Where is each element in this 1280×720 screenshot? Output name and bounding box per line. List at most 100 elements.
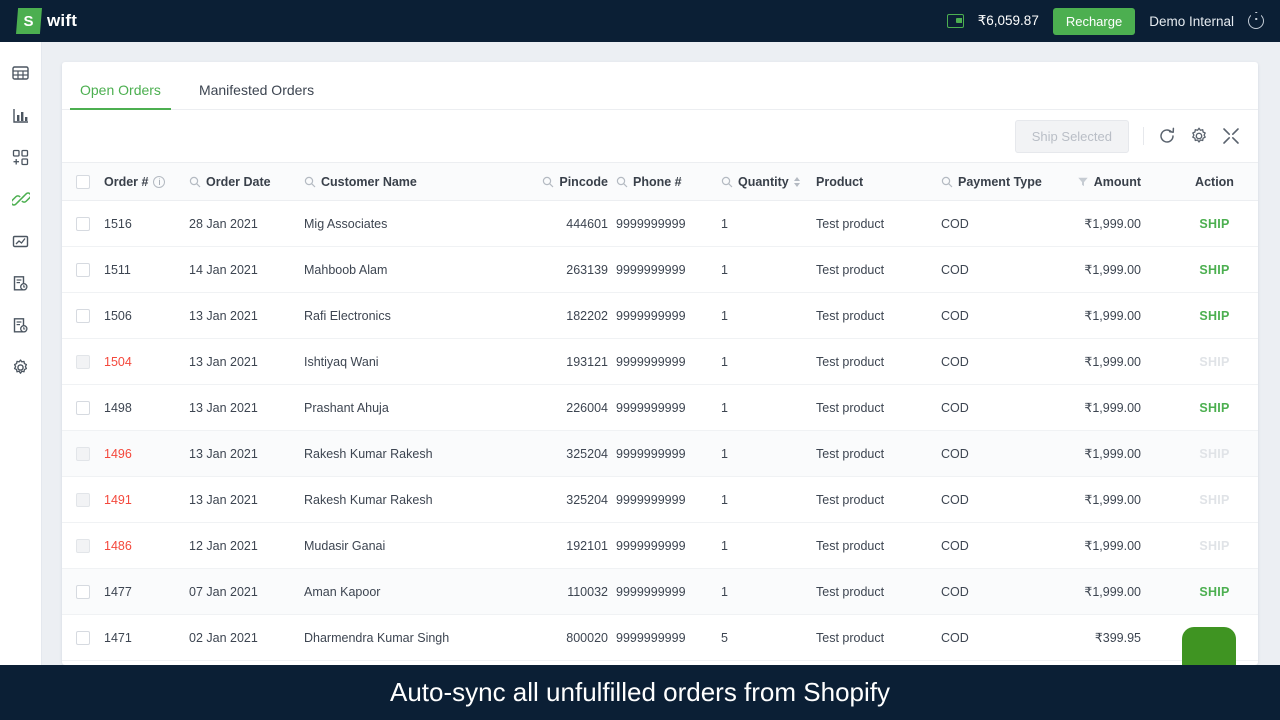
cell-payment-type: COD [941,339,1061,385]
row-checkbox[interactable] [76,263,90,277]
app-logo[interactable]: S wift [16,8,77,34]
cell-order-number[interactable]: 1506 [104,293,189,339]
cell-order-number[interactable]: 1504 [104,339,189,385]
cell-order-number[interactable]: 1471 [104,615,189,661]
cell-order-number[interactable]: 1491 [104,477,189,523]
cell-pincode: 226004 [524,385,616,431]
table-row[interactable]: 151114 Jan 2021Mahboob Alam2631399999999… [62,247,1258,293]
table-row[interactable]: 149613 Jan 2021Rakesh Kumar Rakesh325204… [62,431,1258,477]
cell-amount: ₹1,999.00 [1061,569,1171,615]
cell-quantity: 5 [721,615,816,661]
channel-link-icon [12,190,30,208]
cell-order-number[interactable]: 1486 [104,523,189,569]
cell-action[interactable]: SHIP [1171,247,1258,293]
header-customer-name[interactable]: Customer Name [304,163,524,201]
sidebar-item-channels[interactable] [0,178,41,220]
header-order-number[interactable]: Order # i [104,163,189,201]
table-row[interactable]: 149113 Jan 2021Rakesh Kumar Rakesh325204… [62,477,1258,523]
info-icon[interactable]: i [153,176,165,188]
table-row[interactable]: 150613 Jan 2021Rafi Electronics182202999… [62,293,1258,339]
header-quantity[interactable]: Quantity [721,163,816,201]
ship-link[interactable]: SHIP [1199,263,1229,277]
cell-action[interactable]: SHIP [1171,201,1258,247]
header-amount[interactable]: Amount [1061,163,1171,201]
sidebar-item-dashboard[interactable] [0,52,41,94]
row-select-cell[interactable] [62,615,104,661]
chat-support-button[interactable] [1182,627,1236,665]
row-select-cell[interactable] [62,201,104,247]
ship-link[interactable]: SHIP [1199,401,1229,415]
topbar-right-group: ₹6,059.87 Recharge Demo Internal [947,8,1264,35]
table-row[interactable]: 150413 Jan 2021Ishtiyaq Wani193121999999… [62,339,1258,385]
table-row[interactable]: 147102 Jan 2021Dharmendra Kumar Singh800… [62,615,1258,661]
cell-order-number[interactable]: 1498 [104,385,189,431]
sidebar-item-analytics[interactable] [0,94,41,136]
ship-selected-button[interactable]: Ship Selected [1015,120,1129,153]
header-pincode[interactable]: Pincode [524,163,616,201]
cell-action[interactable]: SHIP [1171,385,1258,431]
header-phone[interactable]: Phone # [616,163,721,201]
table-row[interactable]: 151628 Jan 2021Mig Associates44460199999… [62,201,1258,247]
ship-link[interactable]: SHIP [1199,217,1229,231]
cell-quantity: 1 [721,569,816,615]
sidebar-item-settings[interactable] [0,346,41,388]
refresh-icon[interactable] [1158,127,1176,145]
collapse-expand-icon[interactable] [1222,127,1240,145]
row-select-cell[interactable] [62,431,104,477]
sidebar-item-scheduled-report[interactable] [0,262,41,304]
table-row[interactable]: 148612 Jan 2021Mudasir Ganai192101999999… [62,523,1258,569]
row-select-cell[interactable] [62,477,104,523]
row-select-cell[interactable] [62,523,104,569]
gear-icon[interactable] [1190,127,1208,145]
table-row[interactable]: 147707 Jan 2021Aman Kapoor11003299999999… [62,569,1258,615]
cell-customer-name: Rakesh Kumar Rakesh [304,477,524,523]
cell-order-date: 13 Jan 2021 [189,477,304,523]
cell-quantity: 1 [721,293,816,339]
cell-pincode: 800020 [524,615,616,661]
ship-link[interactable]: SHIP [1199,309,1229,323]
cell-order-date: 02 Jan 2021 [189,615,304,661]
cell-action: SHIP [1171,477,1258,523]
recharge-button[interactable]: Recharge [1053,8,1135,35]
header-payment-type[interactable]: Payment Type [941,163,1061,201]
header-quantity-label: Quantity [738,175,789,189]
row-checkbox[interactable] [76,217,90,231]
cell-phone: 9999999999 [616,293,721,339]
header-select-all[interactable] [62,163,104,201]
select-all-checkbox[interactable] [76,175,90,189]
cell-order-number[interactable]: 1511 [104,247,189,293]
row-checkbox[interactable] [76,309,90,323]
row-select-cell[interactable] [62,385,104,431]
row-checkbox[interactable] [76,401,90,415]
row-checkbox[interactable] [76,631,90,645]
order-number-text: 1471 [104,631,132,645]
power-logout-icon[interactable] [1248,13,1264,29]
tab-open-orders[interactable]: Open Orders [70,82,171,109]
account-name[interactable]: Demo Internal [1149,14,1234,29]
cell-amount: ₹399.95 [1061,615,1171,661]
row-select-cell[interactable] [62,247,104,293]
cell-order-number[interactable]: 1496 [104,431,189,477]
cell-action[interactable]: SHIP [1171,569,1258,615]
sort-arrows-icon[interactable] [794,177,800,187]
tab-manifested-orders[interactable]: Manifested Orders [189,82,324,109]
sidebar-item-add-widget[interactable] [0,136,41,178]
sidebar-item-documents[interactable] [0,304,41,346]
cell-product: Test product [816,523,941,569]
cell-phone: 9999999999 [616,523,721,569]
cell-action[interactable]: SHIP [1171,293,1258,339]
row-select-cell[interactable] [62,339,104,385]
row-select-cell[interactable] [62,293,104,339]
row-select-cell[interactable] [62,569,104,615]
cell-pincode: 263139 [524,247,616,293]
row-checkbox[interactable] [76,585,90,599]
cell-order-number[interactable]: 1516 [104,201,189,247]
table-row[interactable]: 149813 Jan 2021Prashant Ahuja22600499999… [62,385,1258,431]
cell-pincode: 192101 [524,523,616,569]
cell-order-number[interactable]: 1477 [104,569,189,615]
sidebar-item-reports-trend[interactable] [0,220,41,262]
orders-table-container[interactable]: Order # i Order Date [62,162,1258,665]
header-product[interactable]: Product [816,163,941,201]
ship-link[interactable]: SHIP [1199,585,1229,599]
header-order-date[interactable]: Order Date [189,163,304,201]
